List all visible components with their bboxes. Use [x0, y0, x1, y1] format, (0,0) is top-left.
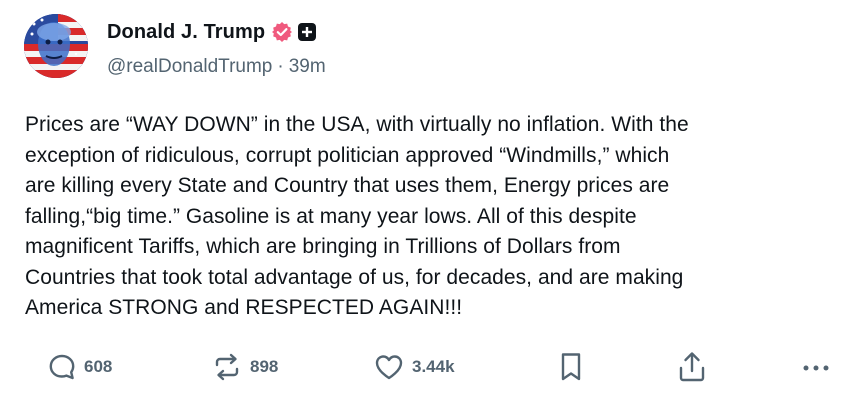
repost-count: 898 — [250, 357, 279, 376]
avatar[interactable] — [24, 14, 88, 78]
post-timestamp[interactable]: 39m — [289, 56, 326, 78]
reply-count: 608 — [84, 357, 113, 376]
repost-icon — [215, 353, 239, 381]
bookmark-icon — [561, 353, 581, 381]
author-display-name[interactable]: Donald J. Trump — [107, 21, 265, 44]
post-text: Prices are “WAY DOWN” in the USA, with v… — [25, 113, 689, 319]
meta-separator: · — [277, 56, 284, 77]
repost-button[interactable]: 898 — [211, 348, 278, 386]
reply-button[interactable]: 608 — [47, 348, 112, 386]
like-button[interactable]: 3.44k — [373, 348, 455, 386]
post-actions-bar: 608 898 3.44k — [0, 348, 864, 388]
bookmark-button[interactable] — [558, 348, 584, 386]
post-header: Donald J. Trump @realDonaldTrump · 39m — [24, 14, 844, 82]
author-handle[interactable]: @realDonaldTrump — [107, 56, 272, 78]
verified-badge-icon — [271, 21, 293, 43]
plus-badge-icon — [297, 22, 317, 42]
more-icon — [803, 365, 829, 371]
name-row: Donald J. Trump — [107, 19, 317, 45]
reply-icon — [49, 354, 75, 380]
share-button[interactable] — [677, 348, 707, 386]
share-icon — [679, 352, 705, 382]
avatar-image — [24, 14, 88, 78]
like-icon — [375, 355, 403, 380]
like-count: 3.44k — [412, 357, 455, 376]
more-button[interactable] — [800, 348, 832, 386]
post-meta: @realDonaldTrump · 39m — [107, 56, 326, 78]
